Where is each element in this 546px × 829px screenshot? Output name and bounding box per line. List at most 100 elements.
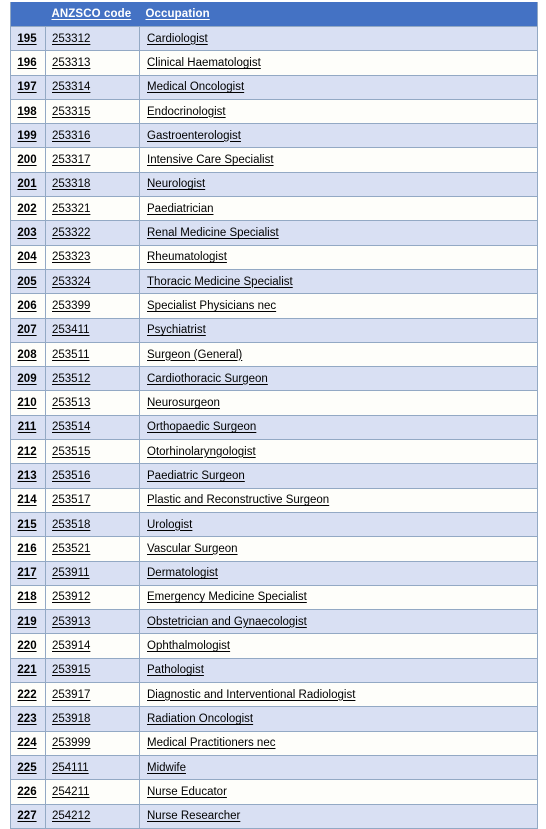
anzsco-code-value: 254211 [52,785,90,798]
table-row[interactable]: 204 253323 Rheumatologist [10,244,538,270]
table-row[interactable]: 202 253321 Paediatrician [10,196,538,221]
table-row[interactable]: 219 253913 Obstetrician and Gynaecologist [10,609,538,634]
row-index-cell: 206 [10,293,46,319]
row-index-cell: 220 [10,633,46,659]
table-row[interactable]: 207 253411 Psychiatrist [10,317,538,343]
anzsco-code-value: 253323 [52,251,91,264]
anzsco-code-cell: 253914 [45,633,140,659]
row-index-label: 209 [17,372,37,385]
occupation-cell: Clinical Haematologist [139,50,538,76]
table-row[interactable]: 213 253516 Paediatric Surgeon [10,463,538,489]
table-row[interactable]: 209 253512 Cardiothoracic Surgeon [10,366,538,391]
table-row[interactable]: 214 253517 Plastic and Reconstructive Surg… [10,487,538,513]
row-index-label: 201 [17,178,37,191]
anzsco-code-value: 253911 [52,567,90,580]
anzsco-code-value: 253913 [52,615,91,628]
table-row[interactable]: 217 253911 Dermatologist [10,560,538,586]
anzsco-code-value: 253517 [52,494,91,507]
occupation-value: Ophthalmologist [147,640,231,653]
anzsco-code-value: 253511 [52,348,90,361]
table-row[interactable]: 196 253313 Clinical Haematologist [10,50,538,76]
row-index-cell: 196 [10,50,46,76]
row-index-cell: 227 [10,803,46,829]
row-index-cell: 225 [10,754,46,780]
table-row[interactable]: 216 253521 Vascular Surgeon [10,536,538,562]
occupation-cell: Neurologist [139,171,538,197]
anzsco-code-value: 253912 [52,591,91,604]
table-row[interactable]: 208 253511 Surgeon (General) [10,341,538,367]
occupation-cell: Rheumatologist [139,244,538,270]
row-index-cell: 202 [10,196,46,221]
row-index-label: 225 [17,761,37,774]
occupation-cell: Intensive Care Specialist [139,147,538,173]
occupation-cell: Diagnostic and Interventional Radiologis… [139,682,538,707]
row-index-label: 212 [17,445,37,458]
anzsco-code-cell: 253411 [45,317,140,343]
table-row[interactable]: 197 253314 Medical Oncologist [10,74,538,100]
column-header-anzsco-code: ANZSCO code [45,2,140,27]
table-row[interactable]: 211 253514 Orthopaedic Surgeon [10,414,538,440]
table-row[interactable]: 199 253316 Gastroenterologist [10,123,538,148]
row-index-label: 200 [17,154,37,167]
anzsco-code-value: 253917 [52,688,91,701]
occupation-cell: Otorhinolaryngologist [139,439,538,464]
table-row[interactable]: 221 253915 Pathologist [10,657,538,683]
occupation-table: ANZSCO code Occupation 195 253312 Cardiolo… [10,2,538,829]
anzsco-code-cell: 253513 [45,390,140,416]
row-index-label: 220 [17,640,37,653]
table-row[interactable]: 203 253322 Renal Medicine Specialist [10,220,538,246]
row-index-cell: 222 [10,682,46,707]
table-row[interactable]: 222 253917 Diagnostic and Interventional R… [10,682,538,707]
table-row[interactable]: 220 253914 Ophthalmologist [10,633,538,659]
column-header-occupation: Occupation [139,2,538,27]
occupation-cell: Renal Medicine Specialist [139,220,538,246]
row-index-cell: 221 [10,657,46,683]
table-row[interactable]: 198 253315 Endocrinologist [10,98,538,124]
table-row[interactable]: 195 253312 Cardiologist [10,25,538,51]
table-row[interactable]: 205 253324 Thoracic Medicine Specialist [10,268,538,294]
table-row[interactable]: 201 253318 Neurologist [10,171,538,197]
table-row[interactable]: 226 254211 Nurse Educator [10,779,538,804]
row-index-cell: 218 [10,584,46,610]
anzsco-code-cell: 253324 [45,268,140,294]
table-row[interactable]: 223 253918 Radiation Oncologist [10,706,538,732]
row-index-label: 214 [17,494,37,507]
anzsco-code-value: 253316 [52,129,91,142]
anzsco-code-cell: 253318 [45,171,140,197]
table-row[interactable]: 215 253518 Urologist [10,511,538,537]
table-header: ANZSCO code Occupation [10,2,538,27]
anzsco-code-cell: 253511 [45,341,140,367]
row-index-cell: 195 [10,25,46,51]
occupation-cell: Neurosurgeon [139,390,538,416]
row-index-label: 223 [17,712,37,725]
occupation-value: Thoracic Medicine Specialist [147,275,293,288]
table-row[interactable]: 200 253317 Intensive Care Specialist [10,147,538,173]
occupation-cell: Nurse Researcher [139,803,538,829]
table-row[interactable]: 212 253515 Otorhinolaryngologist [10,439,538,464]
occupation-value: Urologist [147,518,193,531]
anzsco-code-value: 253314 [52,81,91,94]
row-index-label: 226 [17,785,37,798]
table-row[interactable]: 218 253912 Emergency Medicine Specialist [10,584,538,610]
table-row[interactable]: 227 254212 Nurse Researcher [10,803,538,829]
row-index-cell: 198 [10,98,46,124]
occupation-cell: Urologist [139,511,538,537]
anzsco-code-cell: 254212 [45,803,140,829]
row-index-cell: 197 [10,74,46,100]
table-row[interactable]: 210 253513 Neurosurgeon [10,390,538,416]
row-index-cell: 223 [10,706,46,732]
row-index-cell: 210 [10,390,46,416]
occupation-value: Endocrinologist [147,105,226,118]
row-index-label: 205 [17,275,37,288]
anzsco-code-value: 253516 [52,469,91,482]
table-row[interactable]: 206 253399 Specialist Physicians nec [10,293,538,319]
table-row[interactable]: 224 253999 Medical Practitioners nec [10,730,538,756]
row-index-cell: 200 [10,147,46,173]
row-index-label: 203 [17,227,37,240]
occupation-cell: Ophthalmologist [139,633,538,659]
occupation-value: Plastic and Reconstructive Surgeon [147,494,330,507]
occupation-cell: Specialist Physicians nec [139,293,538,319]
page-root: ANZSCO code Occupation 195 253312 Cardiolo… [0,0,546,829]
table-row[interactable]: 225 254111 Midwife [10,754,538,780]
occupation-cell: Paediatric Surgeon [139,463,538,489]
